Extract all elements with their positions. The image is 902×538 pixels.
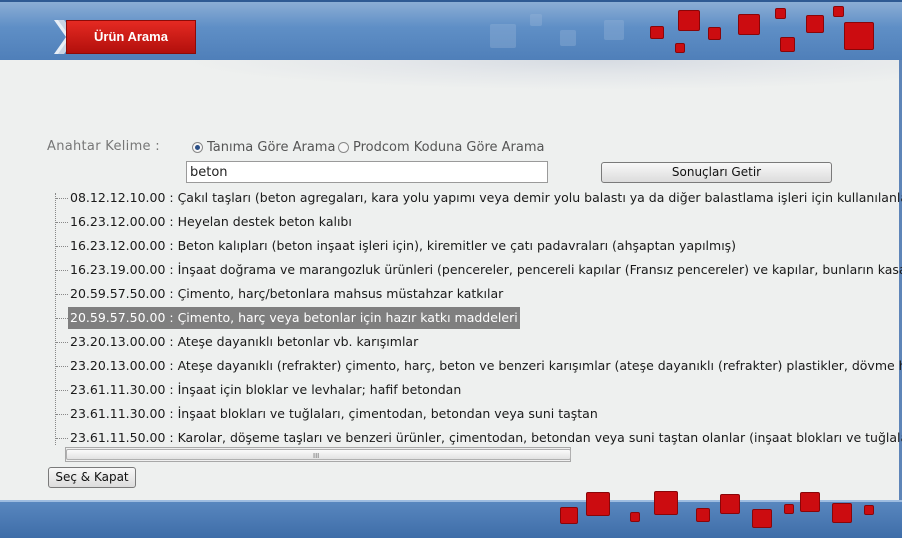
decor-square xyxy=(708,27,721,40)
decor-square xyxy=(864,505,874,515)
decor-square xyxy=(604,20,624,40)
header-top-line xyxy=(0,0,902,2)
decor-square xyxy=(800,492,820,512)
decor-square xyxy=(832,503,852,523)
tree-branch-line xyxy=(56,270,68,271)
tree-branch-line xyxy=(56,414,68,415)
radio-search-by-description[interactable]: Tanıma Göre Arama xyxy=(192,140,335,155)
radio-unselected-icon[interactable] xyxy=(338,142,349,153)
decor-square xyxy=(650,26,664,39)
tree-item-label[interactable]: 16.23.12.00.00 : Beton kalıpları (beton … xyxy=(68,235,738,257)
decor-square xyxy=(675,43,685,53)
header-bar: Ürün Arama xyxy=(0,0,902,60)
tree-branch-line xyxy=(56,294,68,295)
tree-branch-line xyxy=(56,222,68,223)
header-swoosh xyxy=(0,60,902,100)
tree-item-label[interactable]: 20.59.57.50.00 : Çimento, harç veya beto… xyxy=(68,307,520,329)
decor-square xyxy=(654,491,678,515)
scrollbar-grip-icon: III xyxy=(313,452,320,460)
decor-square xyxy=(833,6,844,17)
decor-square xyxy=(630,512,640,522)
tree-item-label[interactable]: 20.59.57.50.00 : Çimento, harç/betonlara… xyxy=(68,283,505,305)
decor-square xyxy=(738,14,760,35)
tree-item-label[interactable]: 08.12.12.10.00 : Çakıl taşları (beton ag… xyxy=(68,187,902,209)
scrollbar-thumb[interactable]: III xyxy=(66,449,571,460)
decor-square xyxy=(586,492,610,516)
radio-label: Tanıma Göre Arama xyxy=(207,140,336,155)
tree-branch-line xyxy=(56,198,68,199)
tree-branch-line xyxy=(56,390,68,391)
radio-selected-icon[interactable] xyxy=(192,142,203,153)
horizontal-scrollbar[interactable]: III xyxy=(65,447,571,462)
results-tree[interactable]: 08.12.12.10.00 : Çakıl taşları (beton ag… xyxy=(47,187,902,445)
footer-bar xyxy=(0,491,902,538)
search-input[interactable] xyxy=(186,161,548,183)
keyword-label: Anahtar Kelime : xyxy=(47,139,160,154)
tree-item-label[interactable]: 16.23.12.00.00 : Heyelan destek beton ka… xyxy=(68,211,354,233)
decor-square xyxy=(784,504,794,514)
decor-square xyxy=(490,24,516,48)
tree-item-label[interactable]: 23.61.11.30.00 : İnşaat için bloklar ve … xyxy=(68,379,463,401)
tree-item-label[interactable]: 16.23.19.00.00 : İnşaat doğrama ve maran… xyxy=(68,259,902,281)
decor-square xyxy=(696,508,710,522)
tree-item-label[interactable]: 23.20.13.00.00 : Ateşe dayanıklı betonla… xyxy=(68,331,420,353)
tree-branch-line xyxy=(56,318,68,319)
tree-item-label[interactable]: 23.20.13.00.00 : Ateşe dayanıklı (refrak… xyxy=(68,355,902,377)
tree-branch-line xyxy=(56,342,68,343)
get-results-button[interactable]: Sonuçları Getir xyxy=(601,162,832,183)
radio-search-by-prodcom[interactable]: Prodcom Koduna Göre Arama xyxy=(338,140,544,155)
decor-square xyxy=(844,22,874,50)
decor-square xyxy=(780,37,795,52)
decor-square xyxy=(806,15,824,33)
page-title: Ürün Arama xyxy=(66,20,196,54)
tree-branch-line xyxy=(56,366,68,367)
tree-item-label[interactable]: 23.61.11.30.00 : İnşaat blokları ve tuğl… xyxy=(68,403,600,425)
tree-branch-line xyxy=(56,246,68,247)
decor-square xyxy=(752,509,772,528)
decor-square xyxy=(560,507,578,524)
decor-square xyxy=(530,14,542,26)
decor-square xyxy=(678,10,700,31)
decor-square xyxy=(720,494,740,514)
radio-label: Prodcom Koduna Göre Arama xyxy=(353,140,545,155)
decor-square xyxy=(560,30,576,46)
tree-line xyxy=(55,193,56,445)
footer-top-line xyxy=(0,500,902,502)
decor-square xyxy=(775,8,786,19)
tree-branch-line xyxy=(56,438,68,439)
select-and-close-button[interactable]: Seç & Kapat xyxy=(48,467,136,488)
tree-item-label[interactable]: 23.61.11.50.00 : Karolar, döşeme taşları… xyxy=(68,427,902,445)
